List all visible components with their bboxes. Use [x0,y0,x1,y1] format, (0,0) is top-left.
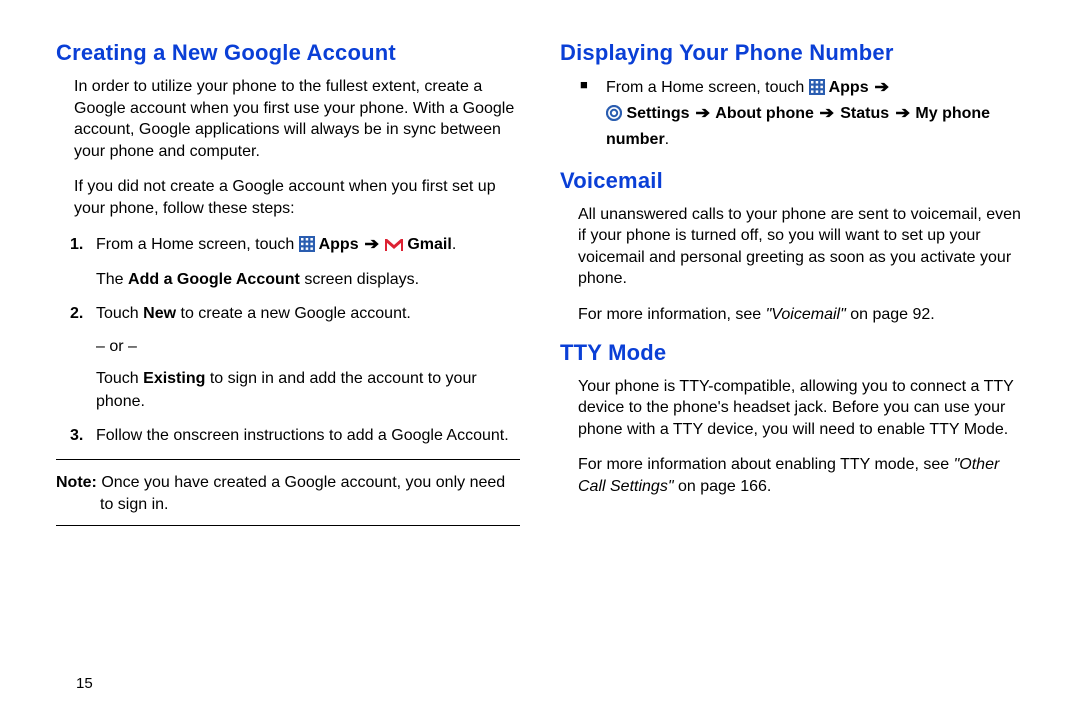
step-number: 3. [70,425,83,447]
arrow-icon: ➔ [893,102,912,125]
step-number: 1. [70,234,83,256]
settings-icon [606,105,622,128]
arrow-icon: ➔ [362,234,381,256]
heading-voicemail: Voicemail [560,168,1024,194]
settings-label: Settings [622,105,694,122]
left-column: Creating a New Google Account In order t… [56,40,520,690]
step-number: 2. [70,303,83,325]
step-1-sub: The Add a Google Account screen displays… [96,269,520,291]
intro-paragraph-1: In order to utilize your phone to the fu… [56,76,520,162]
note-block: Note: Once you have created a Google acc… [56,472,520,515]
arrow-icon: ➔ [872,76,891,99]
heading-creating-google-account: Creating a New Google Account [56,40,520,66]
step-2-existing: Touch Existing to sign in and add the ac… [96,368,520,413]
about-phone-label: About phone [711,105,818,122]
apps-icon [809,79,825,102]
status-label: Status [836,105,894,122]
step-3-text: Follow the onscreen instructions to add … [96,427,509,444]
arrow-icon: ➔ [693,102,712,125]
step-1-text: From a Home screen, touch [96,236,299,253]
step-2-or: – or – [96,336,520,358]
display-step: From a Home screen, touch Apps ➔ Setting… [580,76,1024,152]
manual-page: Creating a New Google Account In order t… [0,0,1080,720]
intro-paragraph-2: If you did not create a Google account w… [56,176,520,219]
tty-paragraph-2: For more information about enabling TTY … [560,454,1024,497]
gmail-icon [385,237,403,259]
note-text: Once you have created a Google account, … [100,474,505,513]
divider-rule [56,525,520,526]
heading-tty-mode: TTY Mode [560,340,1024,366]
right-column: Displaying Your Phone Number From a Home… [560,40,1024,690]
voicemail-paragraph-1: All unanswered calls to your phone are s… [560,204,1024,290]
apps-icon [299,236,315,259]
tty-paragraph-1: Your phone is TTY-compatible, allowing y… [560,376,1024,441]
step-2: 2. Touch New to create a new Google acco… [56,303,520,413]
arrow-icon: ➔ [817,102,836,125]
steps-list: 1. From a Home screen, touch Apps ➔ Gmai… [56,234,520,448]
period: . [452,236,456,253]
heading-displaying-phone-number: Displaying Your Phone Number [560,40,1024,66]
display-steps: From a Home screen, touch Apps ➔ Setting… [560,76,1024,152]
gmail-label: Gmail [403,236,452,253]
step-3: 3. Follow the onscreen instructions to a… [56,425,520,447]
apps-label: Apps [825,79,873,96]
step-1: 1. From a Home screen, touch Apps ➔ Gmai… [56,234,520,292]
voicemail-paragraph-2: For more information, see "Voicemail" on… [560,304,1024,326]
note-label: Note: [56,474,101,491]
apps-label: Apps [315,236,363,253]
page-number: 15 [76,675,93,692]
divider-rule [56,459,520,460]
